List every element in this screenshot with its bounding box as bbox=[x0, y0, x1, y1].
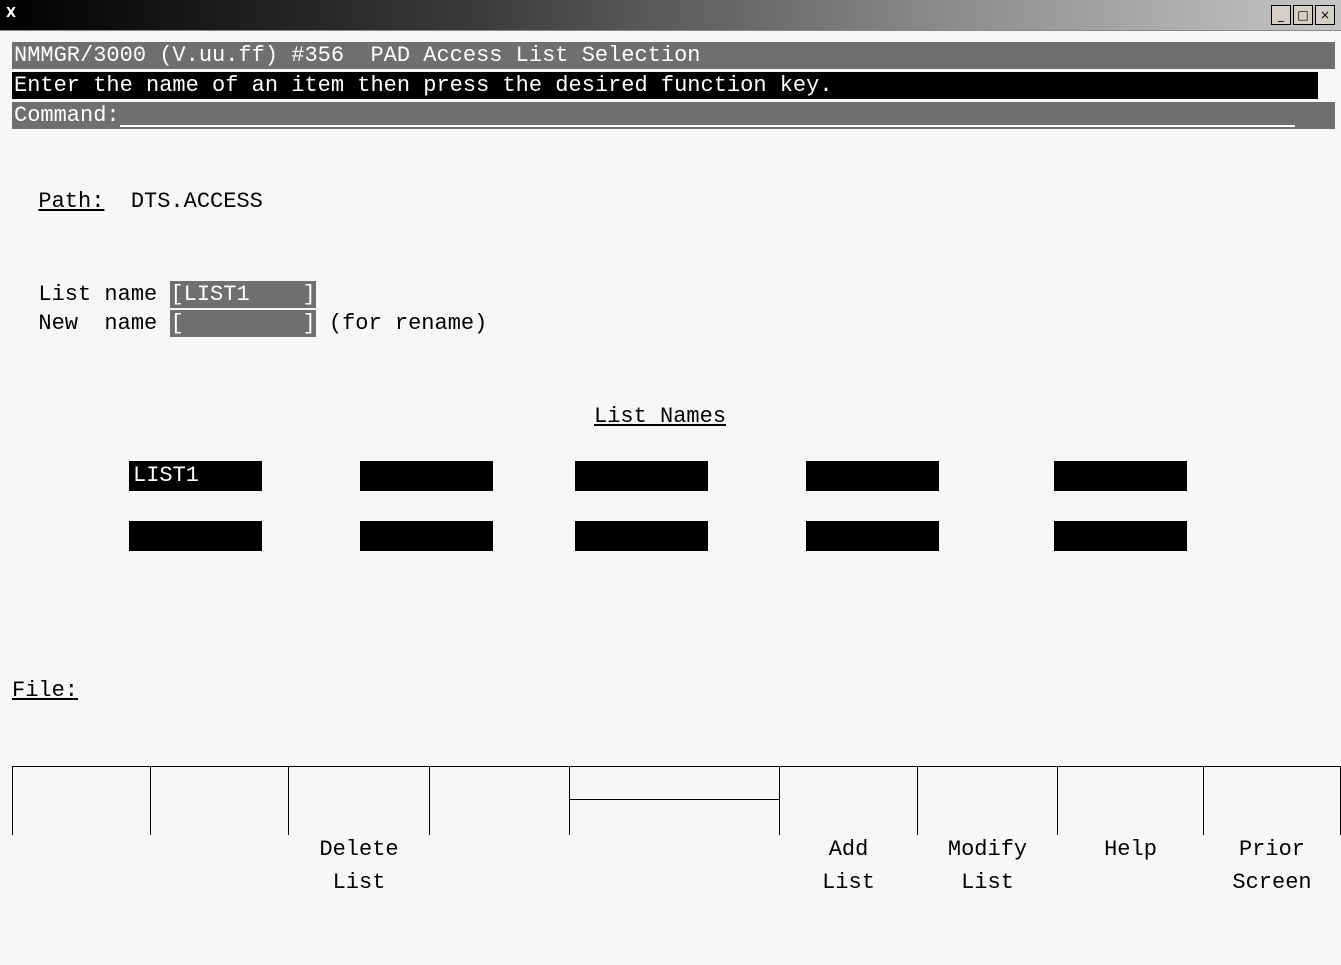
new-name-field[interactable]: [ ] bbox=[170, 310, 316, 337]
key-divider bbox=[570, 799, 779, 800]
list-names-heading: List Names bbox=[594, 404, 727, 429]
add-list-line2: List bbox=[822, 870, 875, 895]
window-titlebar[interactable]: X _ □ × bbox=[0, 0, 1341, 31]
delete-list-key[interactable]: Delete List bbox=[288, 767, 429, 895]
prior-screen-key[interactable]: Prior Screen bbox=[1203, 767, 1341, 895]
function-key-bar: Delete List Add List Modify List Help Prior… bbox=[12, 766, 1341, 895]
path-label: Path: bbox=[38, 189, 105, 214]
list-name-slot[interactable] bbox=[575, 521, 708, 551]
function-key-f2[interactable] bbox=[150, 767, 288, 835]
delete-list-line2: List bbox=[332, 870, 386, 895]
list-name-slot[interactable] bbox=[575, 461, 708, 491]
function-key-f4[interactable] bbox=[429, 767, 569, 835]
list-name-slot[interactable] bbox=[806, 461, 939, 491]
list-name-slot[interactable] bbox=[806, 521, 939, 551]
path-line: Path: DTS.ACCESS bbox=[12, 161, 262, 214]
command-line: Command: bbox=[12, 102, 1335, 129]
delete-list-line1: Delete bbox=[319, 837, 399, 862]
new-name-row: New name [ ] (for rename) bbox=[12, 283, 487, 337]
help-key[interactable]: Help bbox=[1057, 767, 1203, 862]
help-line1: Help bbox=[1104, 837, 1157, 862]
list-name-slot[interactable] bbox=[129, 521, 262, 551]
rename-hint: (for rename) bbox=[315, 311, 488, 336]
path-value: DTS.ACCESS bbox=[130, 189, 263, 214]
maximize-icon[interactable]: □ bbox=[1293, 5, 1313, 25]
file-label: File: bbox=[12, 678, 79, 703]
minimize-icon[interactable]: _ bbox=[1271, 5, 1291, 25]
add-list-key[interactable]: Add List bbox=[779, 767, 917, 895]
list-name-row: List name [LIST1 ] bbox=[12, 254, 316, 308]
instruction-line: Enter the name of an item then press the… bbox=[12, 72, 1318, 99]
list-name-slot[interactable] bbox=[360, 521, 493, 551]
close-icon[interactable]: × bbox=[1315, 5, 1335, 25]
modify-list-key[interactable]: Modify List bbox=[917, 767, 1057, 895]
add-list-line1: Add bbox=[828, 837, 869, 862]
list-name-slot[interactable] bbox=[360, 461, 493, 491]
function-key-f1[interactable] bbox=[12, 767, 150, 835]
list-name-slot[interactable] bbox=[1054, 521, 1187, 551]
list-name-slot[interactable] bbox=[1054, 461, 1187, 491]
function-key-f5[interactable] bbox=[569, 767, 779, 835]
prior-screen-line1: Prior bbox=[1238, 837, 1305, 862]
command-input[interactable] bbox=[119, 125, 1295, 127]
list-name-slot[interactable]: LIST1 bbox=[129, 461, 262, 491]
command-label: Command: bbox=[14, 103, 120, 128]
modify-list-line1: Modify bbox=[947, 837, 1028, 862]
prior-screen-line2: Screen bbox=[1232, 870, 1312, 895]
x-app-icon[interactable]: X bbox=[6, 5, 22, 23]
new-name-label: New name bbox=[38, 311, 171, 336]
screen-title: NMMGR/3000 (V.uu.ff) #356 PAD Access Lis… bbox=[12, 42, 1335, 69]
modify-list-line2: List bbox=[961, 870, 1014, 895]
window-controls: _ □ × bbox=[1269, 5, 1335, 25]
